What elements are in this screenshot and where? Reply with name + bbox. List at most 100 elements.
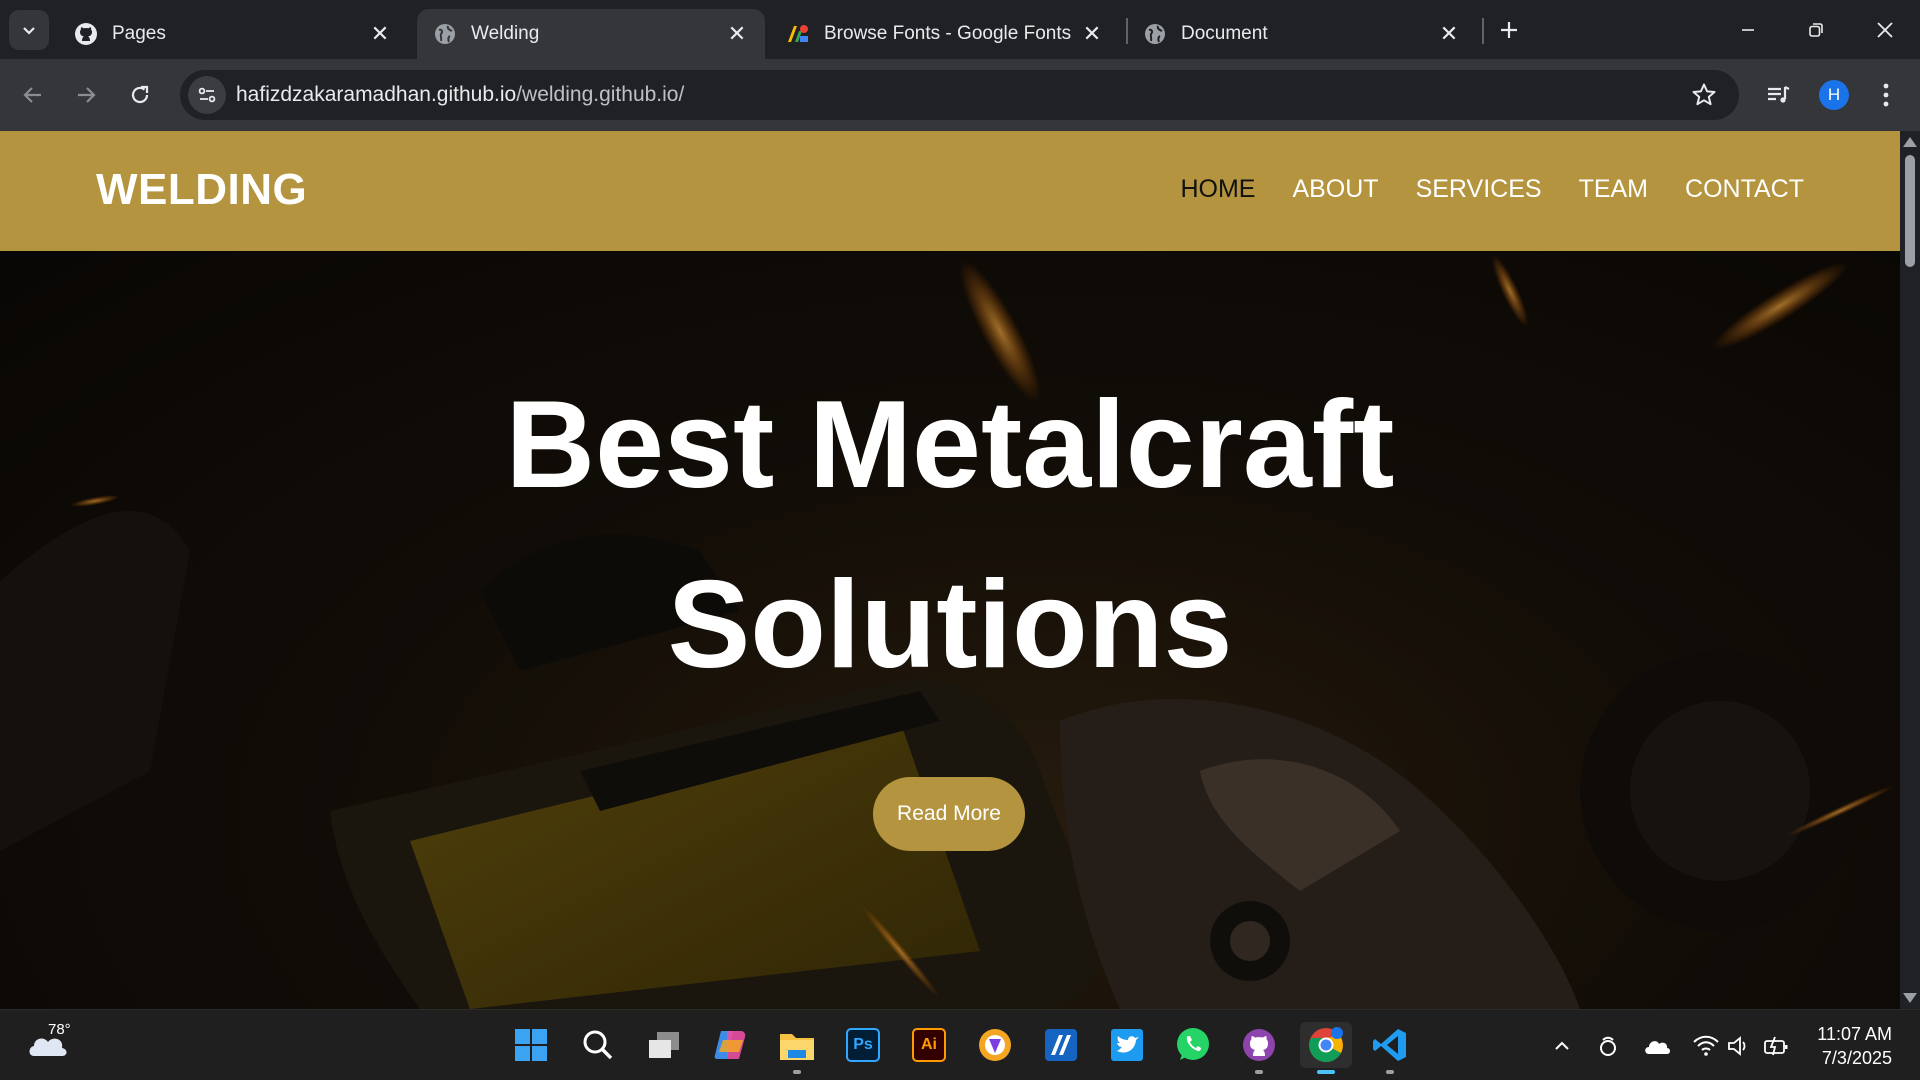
- nav-about[interactable]: ABOUT: [1292, 175, 1378, 204]
- site-logo[interactable]: WELDING: [96, 165, 307, 215]
- illustrator-label: Ai: [921, 1036, 937, 1053]
- forward-button[interactable]: [66, 75, 106, 115]
- windows-start-icon: [515, 1029, 547, 1061]
- file-explorer-button[interactable]: [774, 1022, 820, 1074]
- close-icon[interactable]: ✕: [1080, 21, 1104, 46]
- github-icon: [74, 22, 98, 46]
- globe-icon: [1143, 22, 1167, 46]
- close-icon: [1877, 22, 1893, 38]
- avatar-initial: H: [1827, 85, 1841, 104]
- close-icon[interactable]: ✕: [725, 21, 749, 46]
- address-bar[interactable]: hafizdzakaramadhan.github.io/welding.git…: [180, 70, 1739, 120]
- page-scrollbar[interactable]: [1900, 131, 1920, 1009]
- battery-charging-icon: [1764, 1036, 1788, 1056]
- hero-title-line-2: Solutions: [667, 556, 1233, 694]
- hero-title-line-1: Best Metalcraft: [505, 376, 1395, 514]
- wifi-icon: [1693, 1035, 1719, 1056]
- clock-date: 7/3/2025: [1821, 1048, 1892, 1068]
- close-icon[interactable]: ✕: [1437, 21, 1461, 46]
- onedrive-button[interactable]: [1643, 1032, 1671, 1060]
- twitter-button[interactable]: [1104, 1022, 1150, 1068]
- file-explorer-icon: [780, 1034, 814, 1060]
- tab-search-button[interactable]: [9, 10, 49, 50]
- google-fonts-icon: [786, 22, 810, 46]
- scrollbar-thumb[interactable]: [1905, 155, 1915, 267]
- reload-button[interactable]: [120, 75, 160, 115]
- tab-title: Pages: [112, 23, 166, 44]
- vscode-icon: [1373, 1029, 1406, 1061]
- start-button[interactable]: [508, 1022, 554, 1068]
- running-indicator: [793, 1070, 801, 1074]
- close-icon[interactable]: ✕: [368, 21, 392, 46]
- profile-avatar[interactable]: H: [1819, 80, 1849, 110]
- url-path: /welding.github.io/: [516, 83, 685, 106]
- close-window-button[interactable]: [1862, 10, 1908, 50]
- onedrive-cloud-icon: [1645, 1041, 1670, 1054]
- task-view-icon: [649, 1032, 679, 1058]
- reload-icon: [131, 85, 149, 104]
- weather-temperature: 78°: [48, 1021, 71, 1038]
- browser-toolbar: hafizdzakaramadhan.github.io/welding.git…: [0, 59, 1920, 131]
- brave-browser-button[interactable]: [972, 1022, 1018, 1068]
- show-hidden-icons-button[interactable]: [1548, 1032, 1576, 1060]
- running-indicator: [1255, 1070, 1263, 1074]
- scroll-up-arrow-icon[interactable]: [1903, 137, 1917, 147]
- brave-icon: [979, 1029, 1011, 1061]
- photoshop-icon: Ps: [846, 1028, 880, 1062]
- tray-app-button[interactable]: [1594, 1032, 1622, 1060]
- read-more-button[interactable]: Read More: [873, 777, 1025, 851]
- active-indicator: [1317, 1070, 1335, 1074]
- vscode-button[interactable]: [1367, 1022, 1413, 1074]
- copilot-button[interactable]: [707, 1022, 753, 1068]
- url-text: hafizdzakaramadhan.github.io/welding.git…: [236, 83, 684, 107]
- bookmark-star-icon[interactable]: [1691, 82, 1717, 108]
- site-header: WELDING HOME ABOUT SERVICES TEAM CONTACT: [0, 131, 1900, 251]
- search-icon: [583, 1030, 613, 1060]
- wifi-status[interactable]: [1692, 1032, 1720, 1060]
- site-info-icon[interactable]: [188, 76, 226, 114]
- tab-title: Document: [1181, 23, 1268, 44]
- back-button[interactable]: [13, 75, 53, 115]
- tab-strip: Pages ✕ Welding ✕ Browse Fonts - Google …: [0, 0, 1920, 59]
- task-view-button[interactable]: [641, 1022, 687, 1068]
- scroll-down-arrow-icon[interactable]: [1903, 993, 1917, 1003]
- nav-team[interactable]: TEAM: [1579, 175, 1648, 204]
- page-viewport: WELDING HOME ABOUT SERVICES TEAM CONTACT: [0, 131, 1900, 1009]
- tab-welding[interactable]: Welding ✕: [417, 9, 765, 59]
- nav-contact[interactable]: CONTACT: [1685, 175, 1804, 204]
- arrow-left-icon: [23, 87, 41, 103]
- taskbar-search-button[interactable]: [575, 1022, 621, 1068]
- volume-status[interactable]: [1725, 1032, 1753, 1060]
- chrome-icon: [1309, 1027, 1343, 1063]
- photoshop-label: Ps: [853, 1036, 873, 1053]
- github-desktop-button[interactable]: [1236, 1022, 1282, 1074]
- tab-google-fonts[interactable]: Browse Fonts - Google Fonts ✕: [770, 9, 1120, 59]
- menu-button[interactable]: [1868, 77, 1904, 113]
- minimize-icon: [1742, 29, 1754, 31]
- arrow-right-icon: [78, 87, 96, 103]
- globe-icon: [433, 22, 457, 46]
- running-indicator: [1386, 1070, 1394, 1074]
- tab-separator: [1482, 18, 1484, 44]
- hero-section: Best Metalcraft Solutions Read More: [0, 251, 1900, 1009]
- new-tab-button[interactable]: [1493, 14, 1525, 46]
- tab-document[interactable]: Document ✕: [1127, 9, 1477, 59]
- restore-button[interactable]: [1793, 10, 1839, 50]
- speaker-icon: [1728, 1036, 1746, 1056]
- illustrator-button[interactable]: Ai: [906, 1022, 952, 1068]
- minimize-button[interactable]: [1725, 10, 1771, 50]
- system-clock[interactable]: 11:07 AM 7/3/2025: [1817, 1022, 1892, 1070]
- twitter-icon: [1111, 1029, 1143, 1061]
- photoshop-button[interactable]: Ps: [840, 1022, 886, 1068]
- vpn-app-button[interactable]: [1038, 1022, 1084, 1068]
- whatsapp-icon: [1177, 1028, 1209, 1060]
- nav-services[interactable]: SERVICES: [1416, 175, 1542, 204]
- battery-status[interactable]: [1762, 1032, 1790, 1060]
- plus-icon: [1501, 22, 1517, 38]
- tab-pages[interactable]: Pages ✕: [58, 9, 408, 59]
- chrome-button[interactable]: [1300, 1022, 1352, 1074]
- whatsapp-button[interactable]: [1170, 1022, 1216, 1068]
- nav-home[interactable]: HOME: [1180, 175, 1255, 204]
- media-control-button[interactable]: [1760, 77, 1796, 113]
- tab-title: Browse Fonts - Google Fonts: [824, 23, 1072, 44]
